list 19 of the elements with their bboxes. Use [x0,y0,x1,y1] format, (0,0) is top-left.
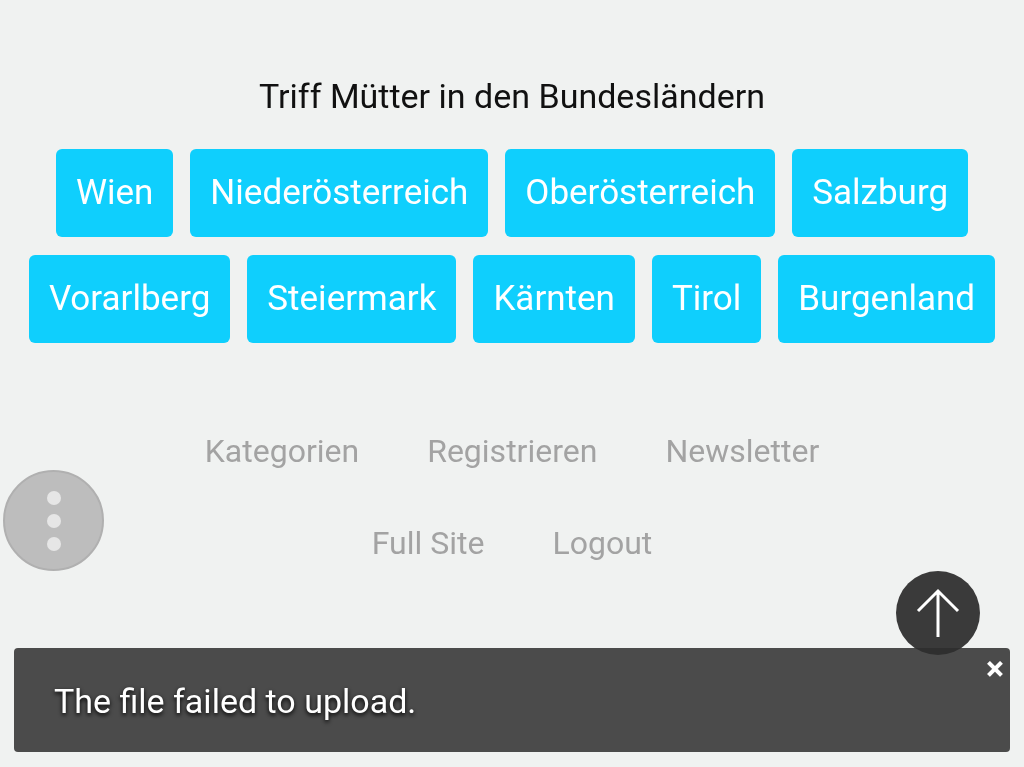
region-button[interactable]: Steiermark [247,255,457,343]
footer-link[interactable]: Kategorien [204,431,360,471]
region-button[interactable]: Tirol [651,255,762,343]
footer-link[interactable]: Newsletter [665,431,820,471]
arrow-up-icon [915,587,961,639]
region-button[interactable]: Kärnten [473,255,635,343]
footer-link[interactable]: Logout [552,523,653,563]
footer-link[interactable]: Full Site [371,523,485,563]
region-button[interactable]: Vorarlberg [28,255,231,343]
region-button[interactable]: Oberösterreich [505,149,776,237]
page-title: Triff Mütter in den Bundesländern [259,75,765,118]
close-button[interactable]: × [985,650,1004,686]
region-button[interactable]: Wien [55,149,174,237]
footer-link[interactable]: Registrieren [427,431,598,471]
region-button[interactable]: Niederösterreich [190,149,489,237]
more-icon [46,490,61,551]
region-button[interactable]: Burgenland [778,255,996,343]
region-button[interactable]: Salzburg [792,149,969,237]
toast-message: The file failed to upload. [54,679,417,723]
